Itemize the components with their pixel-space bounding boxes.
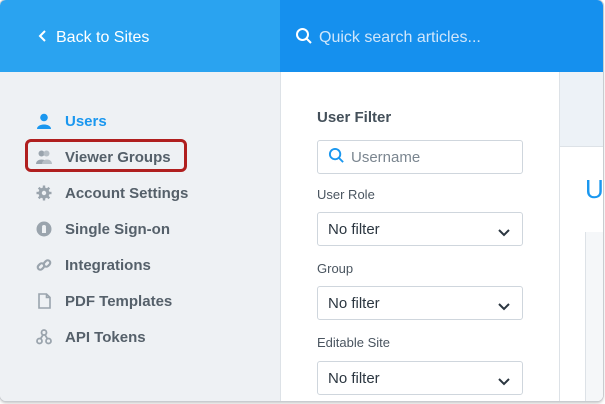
highlight-box (25, 139, 187, 172)
user-role-label: User Role (317, 187, 375, 202)
editable-site-select[interactable]: No filter (317, 361, 523, 395)
chevron-down-icon (498, 298, 510, 315)
username-placeholder: Username (351, 148, 421, 166)
app-window: Back to Sites Quick search articles... U… (0, 0, 603, 401)
editable-site-value: No filter (328, 369, 380, 387)
sidebar-item-label: API Tokens (65, 328, 146, 346)
editable-site-label: Editable Site (317, 335, 390, 350)
sidebar-item-label: PDF Templates (65, 292, 173, 310)
sidebar-item-label: Integrations (65, 256, 151, 274)
sidebar-item-label: Account Settings (65, 184, 189, 202)
sidebar-item-single-sign-on[interactable]: Single Sign-on (36, 218, 170, 240)
sidebar-item-account-settings[interactable]: Account Settings (36, 182, 188, 204)
chevron-down-icon (498, 224, 510, 241)
sidebar-item-api-tokens[interactable]: API Tokens (36, 326, 146, 348)
group-label: Group (317, 261, 354, 276)
back-to-sites-link[interactable]: Back to Sites (38, 27, 149, 49)
user-role-select[interactable]: No filter (317, 212, 523, 246)
group-value: No filter (328, 294, 380, 312)
chevron-down-icon (498, 373, 510, 390)
sidebar-item-users[interactable]: Users (36, 110, 107, 132)
document-icon (36, 293, 52, 309)
user-filter-title: User Filter (317, 109, 392, 126)
back-label: Back to Sites (56, 29, 150, 46)
user-role-value: No filter (328, 220, 380, 238)
link-icon (36, 257, 52, 273)
lock-icon (36, 221, 52, 237)
username-search-input[interactable]: Username (317, 140, 523, 174)
quick-search-input[interactable]: Quick search articles... (295, 27, 481, 49)
sidebar-item-pdf-templates[interactable]: PDF Templates (36, 290, 172, 312)
quick-search-placeholder: Quick search articles... (319, 29, 481, 46)
search-icon (328, 147, 345, 168)
api-tokens-icon (36, 329, 52, 345)
sidebar-item-label: Single Sign-on (65, 220, 170, 238)
sidebar-item-label: Users (65, 112, 107, 130)
search-icon (295, 27, 313, 50)
chevron-left-icon (38, 29, 48, 48)
content-table (585, 232, 603, 401)
user-icon (36, 113, 52, 129)
gear-icon (36, 185, 52, 201)
sidebar-item-integrations[interactable]: Integrations (36, 254, 151, 276)
content-toolbar (560, 72, 603, 147)
content-heading: U (585, 174, 603, 204)
group-select[interactable]: No filter (317, 286, 523, 320)
